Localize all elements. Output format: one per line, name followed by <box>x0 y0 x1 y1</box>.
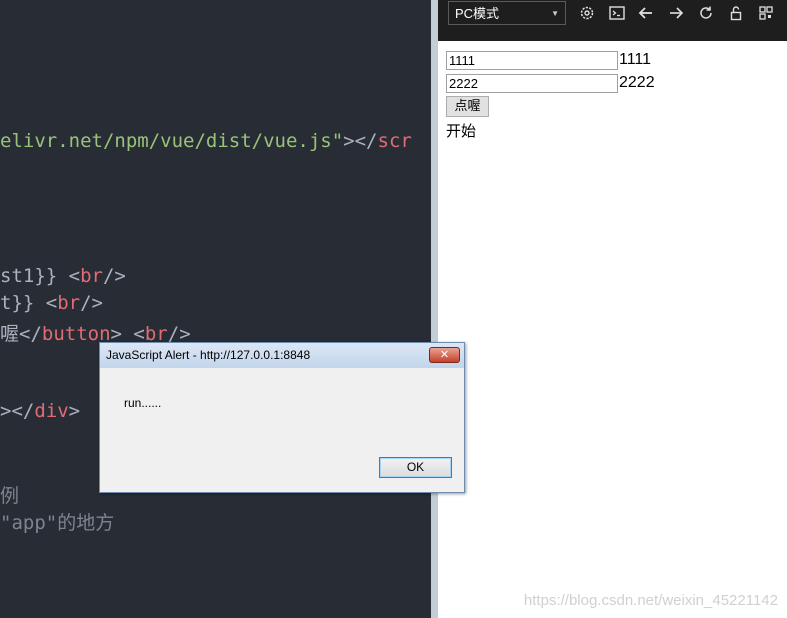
code-token: br <box>80 265 103 287</box>
code-token: scr <box>377 130 412 152</box>
dialog-titlebar[interactable]: JavaScript Alert - http://127.0.0.1:8848… <box>100 343 464 368</box>
test1-echo-text: 1111 <box>619 51 652 68</box>
code-token: /> <box>80 292 103 314</box>
browser-preview: PC模式 ▼ 1111 2222 点喔 开始 https://blog.csdn… <box>438 0 787 618</box>
gear-icon[interactable] <box>578 4 596 22</box>
code-token: 例 <box>0 485 20 507</box>
code-line-test: t}} <br/> <box>0 292 103 314</box>
qrcode-icon[interactable] <box>757 4 775 22</box>
test-echo-text: 2222 <box>619 74 655 91</box>
dialog-body: run...... OK <box>101 368 463 492</box>
code-token: st1}} < <box>0 265 81 287</box>
code-editor[interactable]: elivr.net/npm/vue/dist/vue.js"></scr st1… <box>0 0 431 618</box>
test1-input[interactable] <box>446 51 618 70</box>
dialog-title: JavaScript Alert - http://127.0.0.1:8848 <box>106 348 311 362</box>
pane-splitter[interactable] <box>431 0 438 618</box>
code-token: div <box>34 400 69 422</box>
watermark-text: https://blog.csdn.net/weixin_45221142 <box>523 592 778 609</box>
code-token: elivr.net/npm/vue/dist/vue.js" <box>0 130 344 152</box>
code-line-comment-2: "app"的地方 <box>0 508 114 535</box>
code-token: > <box>68 400 81 422</box>
code-line-test1: st1}} <br/> <box>0 265 126 287</box>
mode-select[interactable]: PC模式 ▼ <box>448 1 566 25</box>
chevron-down-icon: ▼ <box>551 9 559 18</box>
unlock-icon[interactable] <box>727 4 745 22</box>
code-line-comment-1: 例 <box>0 481 19 508</box>
code-token: ></ <box>0 400 35 422</box>
mode-select-label: PC模式 <box>455 6 500 21</box>
code-token: 喔</ <box>0 323 42 345</box>
code-line-div-close: ></div> <box>0 400 80 422</box>
click-button[interactable]: 点喔 <box>446 96 489 117</box>
refresh-icon[interactable] <box>697 4 715 22</box>
preview-toolbar: PC模式 ▼ <box>438 0 787 41</box>
code-token: /> <box>102 265 126 287</box>
code-line-script-src: elivr.net/npm/vue/dist/vue.js"></scr <box>0 130 412 152</box>
code-token: "app"的地方 <box>0 512 115 534</box>
dialog-message: run...... <box>124 396 162 410</box>
arrow-left-icon[interactable] <box>637 4 655 22</box>
test-input[interactable] <box>446 74 618 93</box>
console-icon[interactable] <box>608 4 626 22</box>
code-token: ></ <box>343 130 378 152</box>
ok-button[interactable]: OK <box>379 457 452 478</box>
output-text: 开始 <box>446 122 477 140</box>
close-icon[interactable]: ✕ <box>429 347 460 363</box>
arrow-right-icon[interactable] <box>667 4 685 22</box>
javascript-alert-dialog: JavaScript Alert - http://127.0.0.1:8848… <box>99 342 465 493</box>
code-token: br <box>57 292 81 314</box>
code-token: t}} < <box>0 292 58 314</box>
